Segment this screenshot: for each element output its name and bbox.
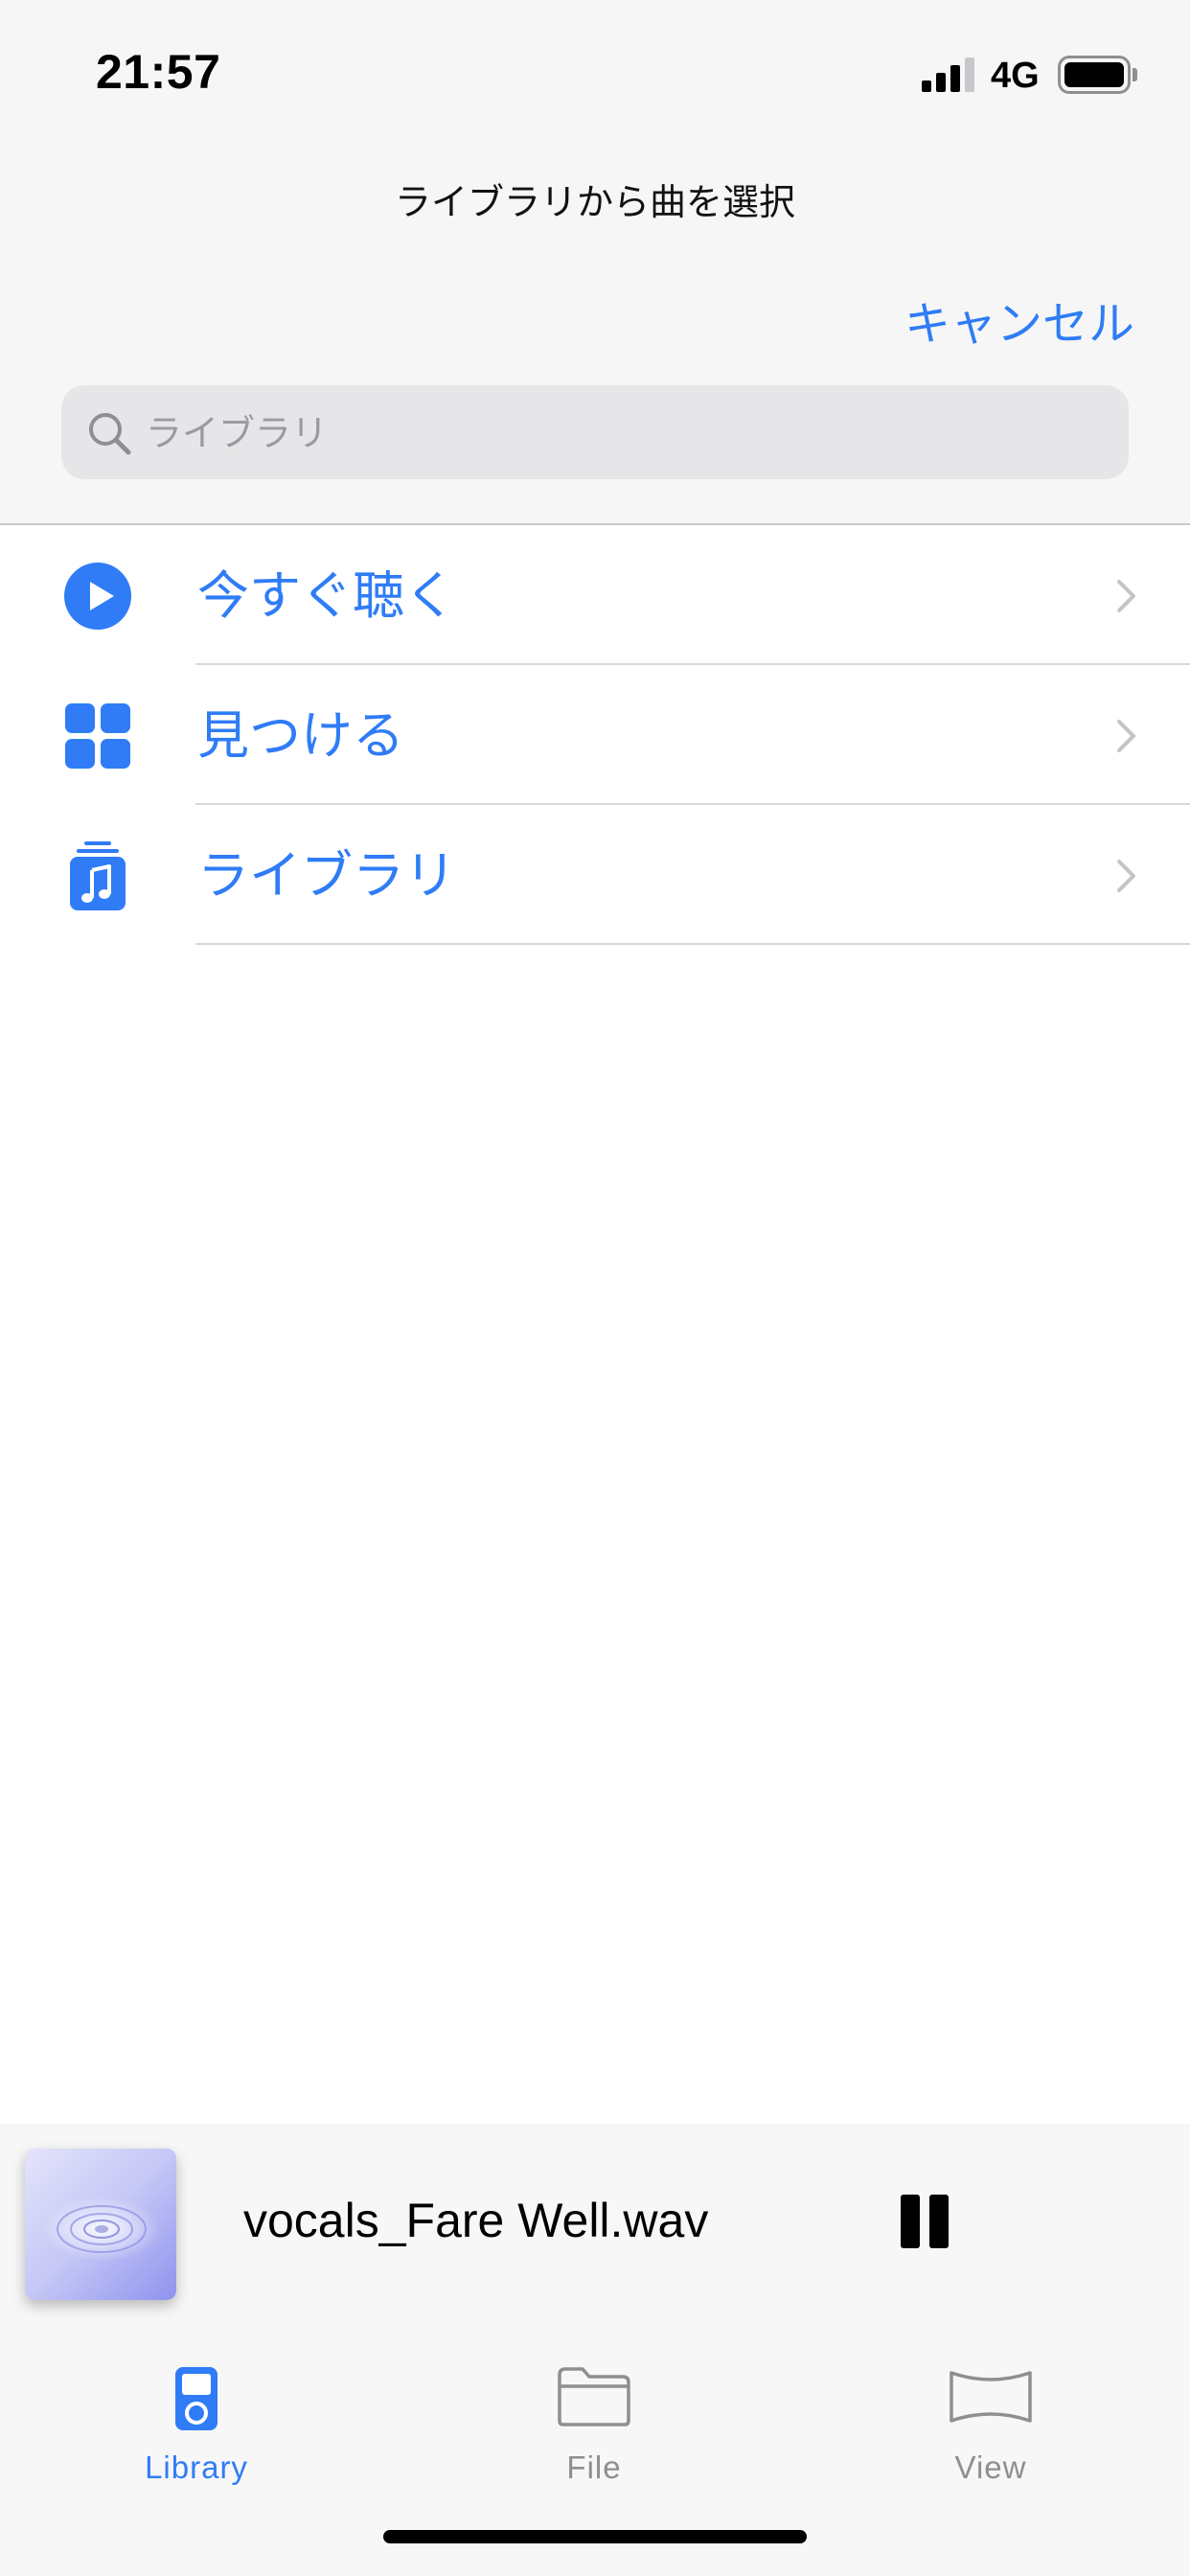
ipod-icon [175,2367,217,2430]
page-title: ライブラリから曲を選択 [394,181,795,223]
mini-player[interactable]: vocals_Fare Well.wav [0,2124,1190,2319]
chevron-right-icon [1117,860,1135,892]
cellular-signal-icon [922,58,975,92]
menu-item-label: ライブラリ [197,845,456,906]
network-type: 4G [991,56,1040,96]
header-region: 21:57 4G ライブラリから曲を選択 キャンセル [0,0,1190,525]
menu-item-discover[interactable]: 見つける [0,665,1190,805]
menu-item-label: 今すぐ聴く [197,565,456,626]
grid-icon [65,703,130,769]
folder-icon [558,2367,630,2426]
tab-label: File [566,2450,622,2485]
music-library-icon [70,841,126,910]
menu-item-label: 見つける [197,705,404,766]
cancel-button[interactable]: キャンセル [904,286,1134,353]
menu-item-listen-now[interactable]: 今すぐ聴く [0,525,1190,665]
search-bar[interactable] [61,385,1129,481]
tab-view[interactable]: View [847,2348,1134,2511]
tab-label: Library [145,2450,248,2485]
menu-item-library[interactable]: ライブラリ [0,805,1190,945]
tab-label: View [954,2450,1027,2485]
status-time: 21:57 [96,45,221,99]
tab-library[interactable]: Library [53,2348,340,2511]
search-icon [89,413,131,455]
search-input[interactable] [144,385,1106,481]
panorama-icon [950,2371,1032,2423]
home-indicator[interactable] [383,2530,807,2543]
play-circle-icon [64,563,131,630]
battery-full-icon [1058,56,1131,94]
chevron-right-icon [1117,720,1135,752]
divider [195,943,1190,945]
artwork-ripple-image [25,2149,176,2300]
now-playing-title: vocals_Fare Well.wav [243,2194,709,2247]
chevron-right-icon [1117,580,1135,612]
battery-cap [1133,68,1137,81]
pause-button[interactable] [891,2191,956,2256]
tab-file[interactable]: File [450,2348,738,2511]
album-artwork[interactable] [25,2149,176,2300]
